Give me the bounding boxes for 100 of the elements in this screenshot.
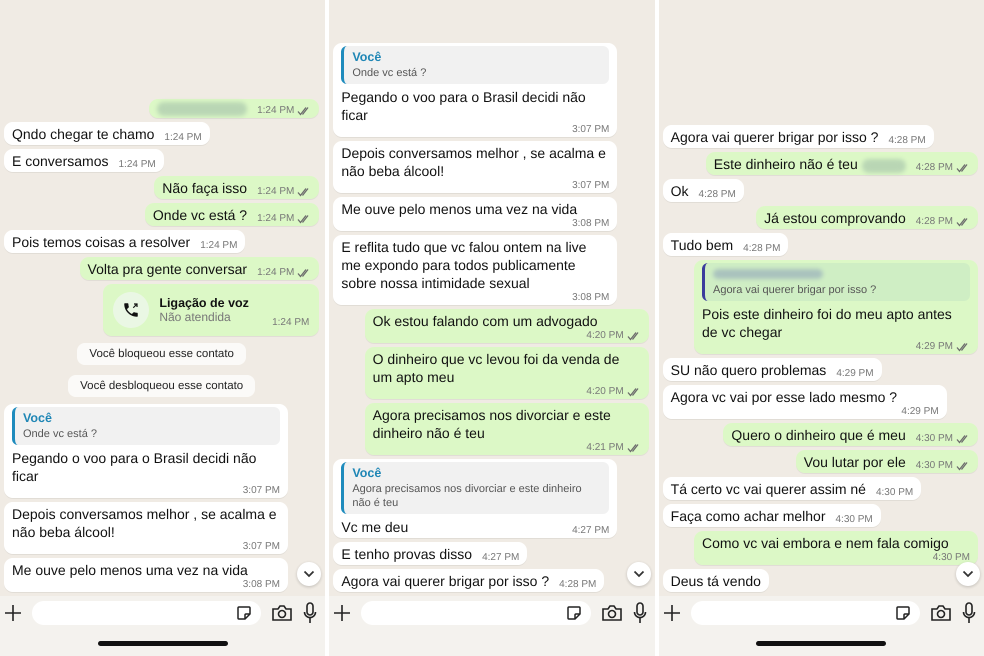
message-text: SU não quero problemas	[670, 361, 826, 379]
message-text: Pegando o voo para o Brasil decidi não ficar	[12, 449, 258, 485]
message-time: 1:24 PM	[164, 132, 202, 143]
chevron-down-icon	[962, 570, 974, 578]
message-input-field[interactable]	[690, 601, 920, 625]
message-text: Depois conversamos melhor , se acalma e não beba álcool!	[12, 505, 278, 541]
message-text: Volta pra gente conversar	[88, 260, 248, 278]
message-text: O dinheiro que vc levou foi da venda de um apto meu	[372, 350, 620, 386]
message-time: 4:28 PM	[916, 216, 953, 227]
phone-icon	[113, 292, 150, 328]
system-notice: Você bloqueou esse contato	[77, 343, 246, 365]
quote-text: Agora precisamos nos divorciar e este dinheiro não é teu	[352, 482, 583, 510]
home-indicator[interactable]	[98, 640, 228, 646]
plus-icon[interactable]	[4, 604, 22, 622]
message-time: 4:28 PM	[743, 243, 780, 254]
sticker-icon[interactable]	[235, 604, 254, 622]
quote-author: Você	[352, 50, 382, 64]
message-time: 4:21 PM	[586, 442, 624, 453]
message-text: Qndo chegar te chamo	[12, 125, 154, 143]
message-time: 3:08 PM	[572, 218, 610, 229]
message-time: 4:27 PM	[572, 525, 610, 536]
message-text: Quero o dinheiro que é meu	[731, 426, 906, 444]
message-time: 3:08 PM	[572, 292, 610, 303]
message-text: Já estou comprovando	[764, 209, 906, 227]
quoted-message[interactable]: Você Agora precisamos nos divorciar e este dinheiro não é teu	[341, 462, 610, 514]
scroll-down-button[interactable]	[956, 562, 980, 586]
message-text: Pois este dinheiro foi do meu apto antes de vc chegar	[702, 305, 953, 341]
message-text: Tá certo vc vai querer assim né	[670, 480, 866, 498]
message-text: Depois conversamos melhor , se acalma e não beba álcool!	[341, 144, 607, 180]
system-notice: Você desbloqueou esse contato	[68, 375, 256, 397]
message-time: 3:07 PM	[242, 541, 280, 552]
message-text: Ok estou falando com um advogado	[372, 312, 598, 330]
quote-text: Agora vai querer brigar por isso ?	[712, 283, 878, 297]
message-text: Vc me deu	[341, 518, 408, 536]
message-time: 4:20 PM	[586, 386, 624, 397]
quoted-message[interactable]: Você Onde vc está ?	[341, 46, 610, 84]
quote-text: Onde vc está ?	[23, 427, 98, 441]
message-text: E reflita tudo que vc falou ontem na live me expondo para todos publicamente sobre nossa intimidade sexual	[341, 238, 588, 292]
microphone-icon[interactable]	[303, 602, 318, 624]
message-text: Me ouve pelo menos uma vez na vida	[12, 561, 248, 579]
message-time: 1:24 PM	[257, 267, 294, 278]
sticker-icon[interactable]	[564, 604, 583, 622]
microphone-icon[interactable]	[632, 602, 647, 624]
plus-icon[interactable]	[662, 604, 681, 622]
message-time: 3:07 PM	[572, 124, 610, 135]
home-indicator[interactable]	[756, 640, 886, 646]
message-text: Agora vc vai por esse lado mesmo ?	[670, 388, 898, 406]
message-text: Pois temos coisas a resolver	[12, 233, 190, 251]
message-time: 4:30 PM	[836, 514, 873, 525]
camera-icon[interactable]	[930, 604, 952, 622]
quote-author: Você	[352, 466, 382, 480]
microphone-icon[interactable]	[962, 602, 976, 624]
message-time: 4:30 PM	[916, 460, 953, 471]
message-text: Ok	[670, 182, 689, 200]
quoted-message[interactable]: Agora vai querer brigar por isso ?	[702, 263, 970, 301]
message-time: 4:30 PM	[932, 552, 970, 563]
message-time: 4:28 PM	[916, 162, 953, 173]
message-input-field[interactable]	[361, 601, 591, 625]
message-time: 4:30 PM	[876, 487, 914, 498]
call-status: Não atendida	[159, 310, 232, 324]
message-text: Não faça isso	[162, 179, 248, 197]
scroll-down-button[interactable]	[297, 562, 322, 586]
message-time: 4:29 PM	[901, 406, 939, 417]
message-time: 3:07 PM	[242, 485, 280, 496]
message-text: Me ouve pelo menos uma vez na vida	[341, 200, 578, 218]
message-text: Agora vai querer brigar por isso ?	[341, 572, 550, 590]
message-text: E conversamos	[12, 152, 108, 170]
message-text: Agora precisamos nos divorciar e este dinheiro não é teu	[372, 406, 612, 442]
message-text: Faça como achar melhor	[670, 507, 826, 525]
camera-icon[interactable]	[600, 604, 623, 622]
message-time: 1:24 PM	[257, 213, 294, 224]
chevron-down-icon	[303, 570, 316, 578]
message-time: 4:28 PM	[559, 579, 596, 590]
message-time: 1:24 PM	[200, 240, 238, 251]
message-text: Onde vc está ?	[152, 206, 248, 224]
message-time: 4:28 PM	[888, 135, 926, 146]
message-time: 4:29 PM	[836, 368, 874, 379]
message-time: 4:30 PM	[916, 433, 953, 444]
sticker-icon[interactable]	[894, 604, 912, 622]
message-time: 4:27 PM	[482, 552, 520, 563]
camera-icon[interactable]	[271, 604, 294, 622]
message-time: 4:20 PM	[586, 330, 624, 341]
message-text: Deus tá vendo	[670, 572, 761, 590]
scroll-down-button[interactable]	[626, 562, 651, 586]
message-text: Tudo bem	[670, 236, 734, 254]
message-text: Pegando o voo para o Brasil decidi não ficar	[341, 88, 587, 124]
message-time: 1:24 PM	[272, 317, 310, 328]
message-input-field[interactable]	[32, 601, 262, 625]
chevron-down-icon	[632, 570, 645, 578]
message-time: 1:24 PM	[257, 105, 294, 116]
message-time: 3:08 PM	[242, 579, 280, 590]
message-time: 3:07 PM	[572, 180, 610, 191]
message-text: Vou lutar por ele	[804, 453, 906, 471]
quoted-message[interactable]: Você Onde vc está ?	[12, 407, 280, 445]
message-time: 1:24 PM	[257, 186, 294, 197]
message-text: Este dinheiro não é teu	[714, 155, 858, 173]
plus-icon[interactable]	[333, 604, 352, 622]
quote-text: Onde vc está ?	[352, 66, 428, 80]
message-time: 4:28 PM	[698, 189, 736, 200]
message-time: 1:24 PM	[118, 159, 156, 170]
